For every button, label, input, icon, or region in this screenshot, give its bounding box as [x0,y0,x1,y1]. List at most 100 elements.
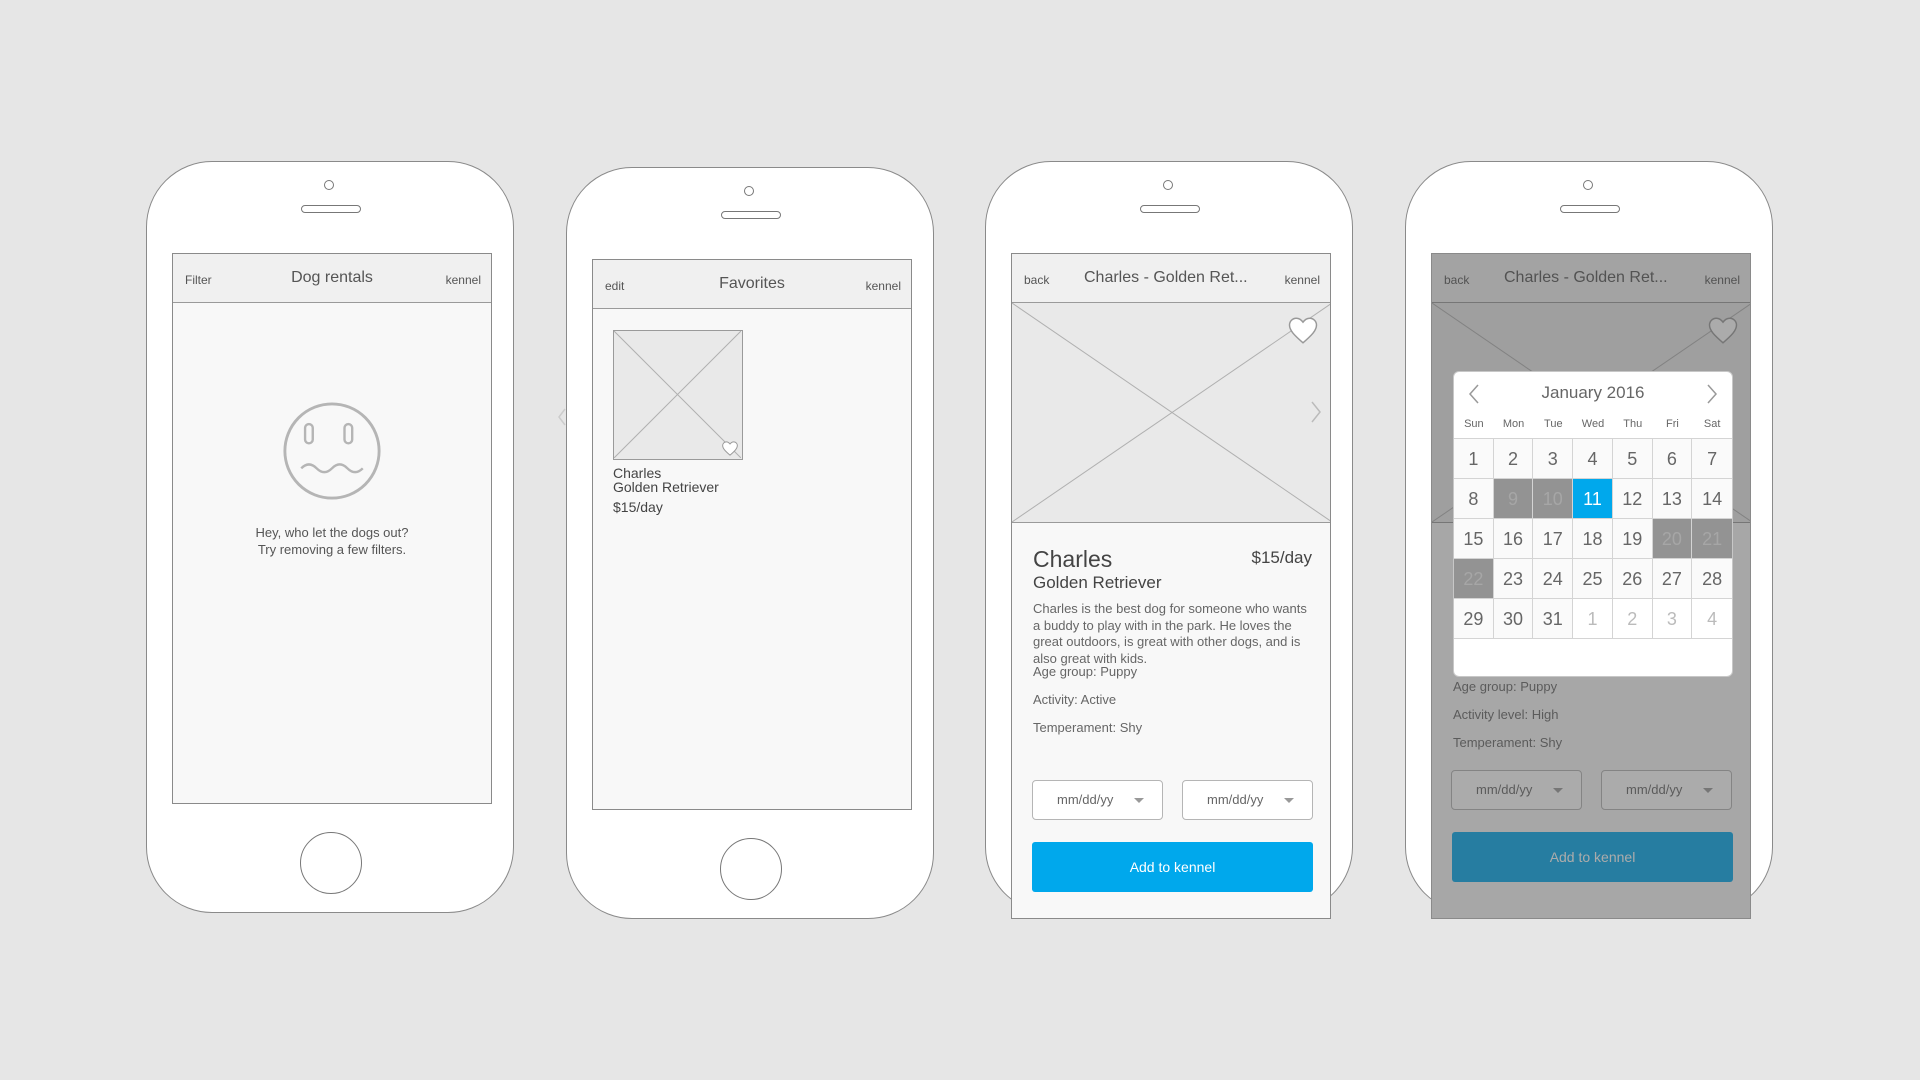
camera [1163,180,1173,190]
weekday-label: Sun [1464,418,1484,430]
heart-icon[interactable] [1288,317,1318,344]
calendar-day: 4 [1692,599,1732,639]
speaker [301,205,361,213]
chevron-left-icon [558,408,566,426]
weekday-label: Sat [1703,418,1721,430]
calendar-day[interactable]: 1 [1454,439,1494,479]
age-group: Age group: Puppy [1033,664,1138,679]
screen-dog-detail: back Charles - Golden Ret... kennel Char… [1011,253,1331,919]
temperament: Temperament: Shy [1033,720,1143,735]
calendar-day[interactable]: 17 [1533,519,1574,559]
camera [1583,180,1593,190]
end-date-value: mm/dd/yy [1207,792,1264,807]
calendar-day[interactable]: 26 [1612,559,1653,599]
home-button [300,832,362,894]
calendar-day[interactable]: 4 [1573,439,1613,479]
calendar-day[interactable]: 24 [1533,559,1574,599]
speaker [1140,205,1200,213]
calendar-day[interactable]: 19 [1612,519,1653,559]
calendar-day[interactable]: 28 [1692,559,1732,599]
caret-down-icon [1134,798,1144,803]
home-button [720,838,782,900]
calendar-day: 3 [1652,599,1693,639]
start-date-value: mm/dd/yy [1057,792,1114,807]
calendar-day: 21 [1692,519,1732,559]
calendar-day[interactable]: 27 [1652,559,1693,599]
back-button[interactable]: back [1024,273,1049,287]
caret-down-icon [1284,798,1294,803]
calendar-day: 9 [1493,479,1534,519]
calendar-day[interactable]: 13 [1652,479,1693,519]
empty-state-line-2: Try removing a few filters. [257,542,407,557]
dog-breed: Golden Retriever [1033,573,1162,592]
start-date-dropdown[interactable]: mm/dd/yy [1032,780,1163,820]
calendar-day[interactable]: 30 [1493,599,1534,639]
calendar-days: 1 2 3 4 5 6 7 8 9 10 11 12 13 14 15 16 17 18 19 20 21 22 23 24 2… [1454,438,1732,639]
kennel-button[interactable]: kennel [446,273,481,287]
calendar-day: 22 [1454,559,1494,599]
calendar-day[interactable]: 15 [1454,519,1494,559]
add-to-kennel-button[interactable]: Add to kennel [1032,842,1313,892]
calendar-month: January 2016 [1541,383,1645,402]
favorite-dog-price: $15/day [613,499,663,515]
chevron-right-icon[interactable] [1706,384,1718,404]
empty-state-message: Hey, who let the dogs out? Try removing … [173,524,491,558]
date-picker-calendar: January 2016 Sun Mon Tue Wed Thu Fri Sat 12345… [1453,371,1733,677]
kennel-button[interactable]: kennel [1285,273,1320,287]
heart-icon[interactable] [722,441,738,456]
chevron-right-icon[interactable] [1310,401,1322,423]
calendar-day[interactable]: 7 [1692,439,1732,479]
speaker [721,211,781,219]
screen-favorites: edit Favorites kennel Charles Golden Ret… [592,259,912,810]
camera [324,180,334,190]
nav-bar: edit Favorites kennel [593,260,911,309]
screen-date-picker: back Charles - Golden Ret... kennel Age … [1431,253,1751,919]
calendar-day[interactable]: 3 [1533,439,1574,479]
activity-level: Activity: Active [1033,692,1117,707]
calendar-day[interactable]: 14 [1692,479,1732,519]
image-placeholder-icon [614,331,741,458]
weekday-label: Wed [1581,418,1605,430]
weekday-label: Fri [1666,418,1679,430]
dog-name: Charles [1033,546,1113,572]
empty-state-line-1: Hey, who let the dogs out? [255,525,409,540]
screen-dog-rentals: Filter Dog rentals kennel Hey, who let t… [172,253,492,804]
kennel-button[interactable]: kennel [866,279,901,293]
weekday-header: Sun Mon Tue Wed Thu Fri Sat [1454,418,1732,434]
calendar-day[interactable]: 8 [1454,479,1494,519]
calendar-day[interactable]: 25 [1573,559,1613,599]
phone-favorites: edit Favorites kennel Charles Golden Ret… [558,167,934,919]
calendar-day[interactable]: 11 [1573,479,1613,519]
weekday-label: Tue [1544,418,1563,430]
calendar-day: 2 [1612,599,1653,639]
favorite-dog-image[interactable] [613,330,743,460]
calendar-day[interactable]: 31 [1533,599,1574,639]
calendar-day[interactable]: 2 [1493,439,1534,479]
phone-dog-rentals: Filter Dog rentals kennel Hey, who let t… [146,161,514,913]
calendar-day: 20 [1652,519,1693,559]
calendar-day[interactable]: 16 [1493,519,1534,559]
calendar-day: 10 [1533,479,1574,519]
calendar-day[interactable]: 18 [1573,519,1613,559]
calendar-day[interactable]: 29 [1454,599,1494,639]
dog-photo[interactable] [1012,303,1330,523]
end-date-dropdown[interactable]: mm/dd/yy [1182,780,1313,820]
speaker [1560,205,1620,213]
dog-price: $15/day [1251,548,1313,567]
phone-dog-detail: back Charles - Golden Ret... kennel Char… [985,161,1353,919]
favorite-dog-breed: Golden Retriever [613,479,719,495]
calendar-day[interactable]: 12 [1612,479,1653,519]
weekday-label: Mon [1502,418,1525,430]
calendar-day[interactable]: 23 [1493,559,1534,599]
calendar-day[interactable]: 6 [1652,439,1693,479]
weekday-label: Thu [1623,418,1643,430]
page-title: Dog rentals [291,269,373,286]
calendar-day: 1 [1573,599,1613,639]
camera [744,186,754,196]
page-title: Favorites [719,275,785,292]
image-placeholder-icon [1012,303,1330,522]
calendar-day[interactable]: 5 [1612,439,1653,479]
page-title: Charles - Golden Ret... [1084,269,1248,286]
phone-date-picker: back Charles - Golden Ret... kennel Age … [1405,161,1773,919]
nav-bar: Filter Dog rentals kennel [173,254,491,303]
